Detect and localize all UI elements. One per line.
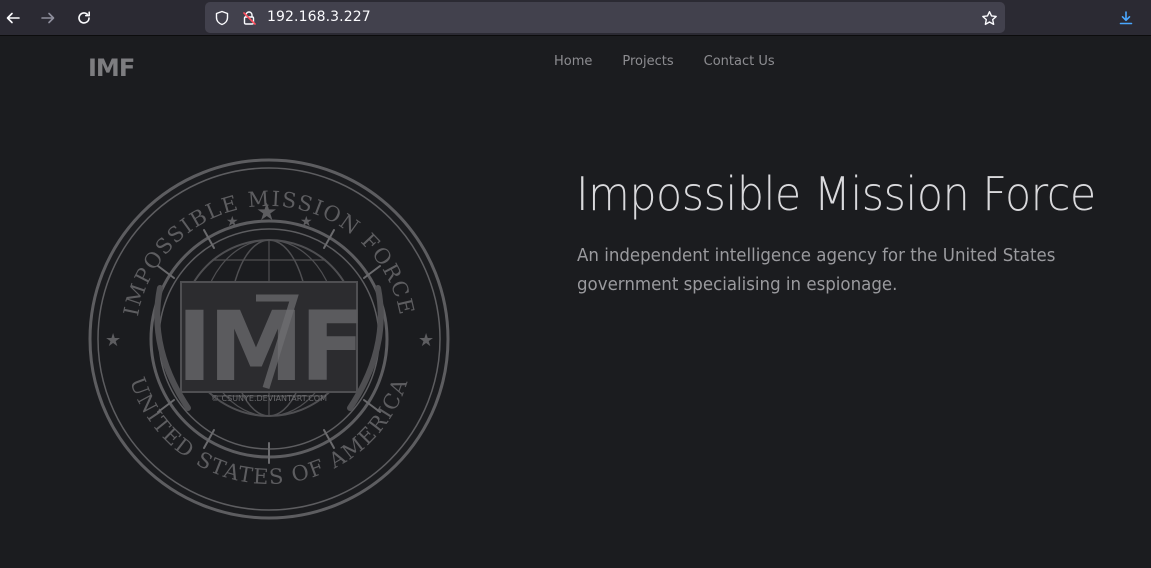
hero-title: Impossible Mission Force [576, 167, 1096, 221]
back-arrow-icon [6, 12, 20, 24]
bookmark-star-icon[interactable] [980, 9, 998, 27]
svg-text:★: ★ [105, 330, 121, 351]
nav-contact-us[interactable]: Contact Us [704, 54, 775, 69]
forward-button[interactable] [35, 5, 61, 31]
insecure-lock-icon[interactable] [240, 9, 258, 27]
reload-icon [78, 11, 90, 24]
svg-text:★: ★ [226, 214, 239, 230]
nav-projects[interactable]: Projects [622, 54, 673, 69]
site-logo[interactable]: IMF [88, 52, 136, 84]
site-logo-text: IMF [88, 54, 135, 82]
download-icon [1119, 11, 1133, 25]
back-button[interactable] [0, 5, 26, 31]
downloads-button[interactable] [1113, 5, 1139, 31]
seal-credit-text: © CSUNYE.DEVIANTART.COM [211, 394, 327, 403]
shield-icon[interactable] [213, 9, 231, 27]
forward-arrow-icon [41, 12, 55, 24]
main-nav: Home Projects Contact Us [554, 54, 775, 69]
svg-text:★: ★ [300, 214, 313, 230]
svg-text:★: ★ [418, 330, 434, 351]
hero-description: An independent intelligence agency for t… [577, 246, 1056, 295]
nav-home[interactable]: Home [554, 54, 592, 69]
url-text[interactable]: 192.168.3.227 [267, 9, 371, 25]
svg-text:★: ★ [256, 198, 278, 226]
imf-seal-emblem: IMPOSSIBLE MISSION FORCE UNITED STATES O… [88, 158, 450, 520]
web-page: IMF Home Projects Contact Us IMPOSSIBLE … [0, 37, 1151, 568]
browser-toolbar: 192.168.3.227 [0, 0, 1151, 36]
url-bar[interactable]: 192.168.3.227 [205, 2, 1005, 33]
reload-button[interactable] [71, 5, 97, 31]
